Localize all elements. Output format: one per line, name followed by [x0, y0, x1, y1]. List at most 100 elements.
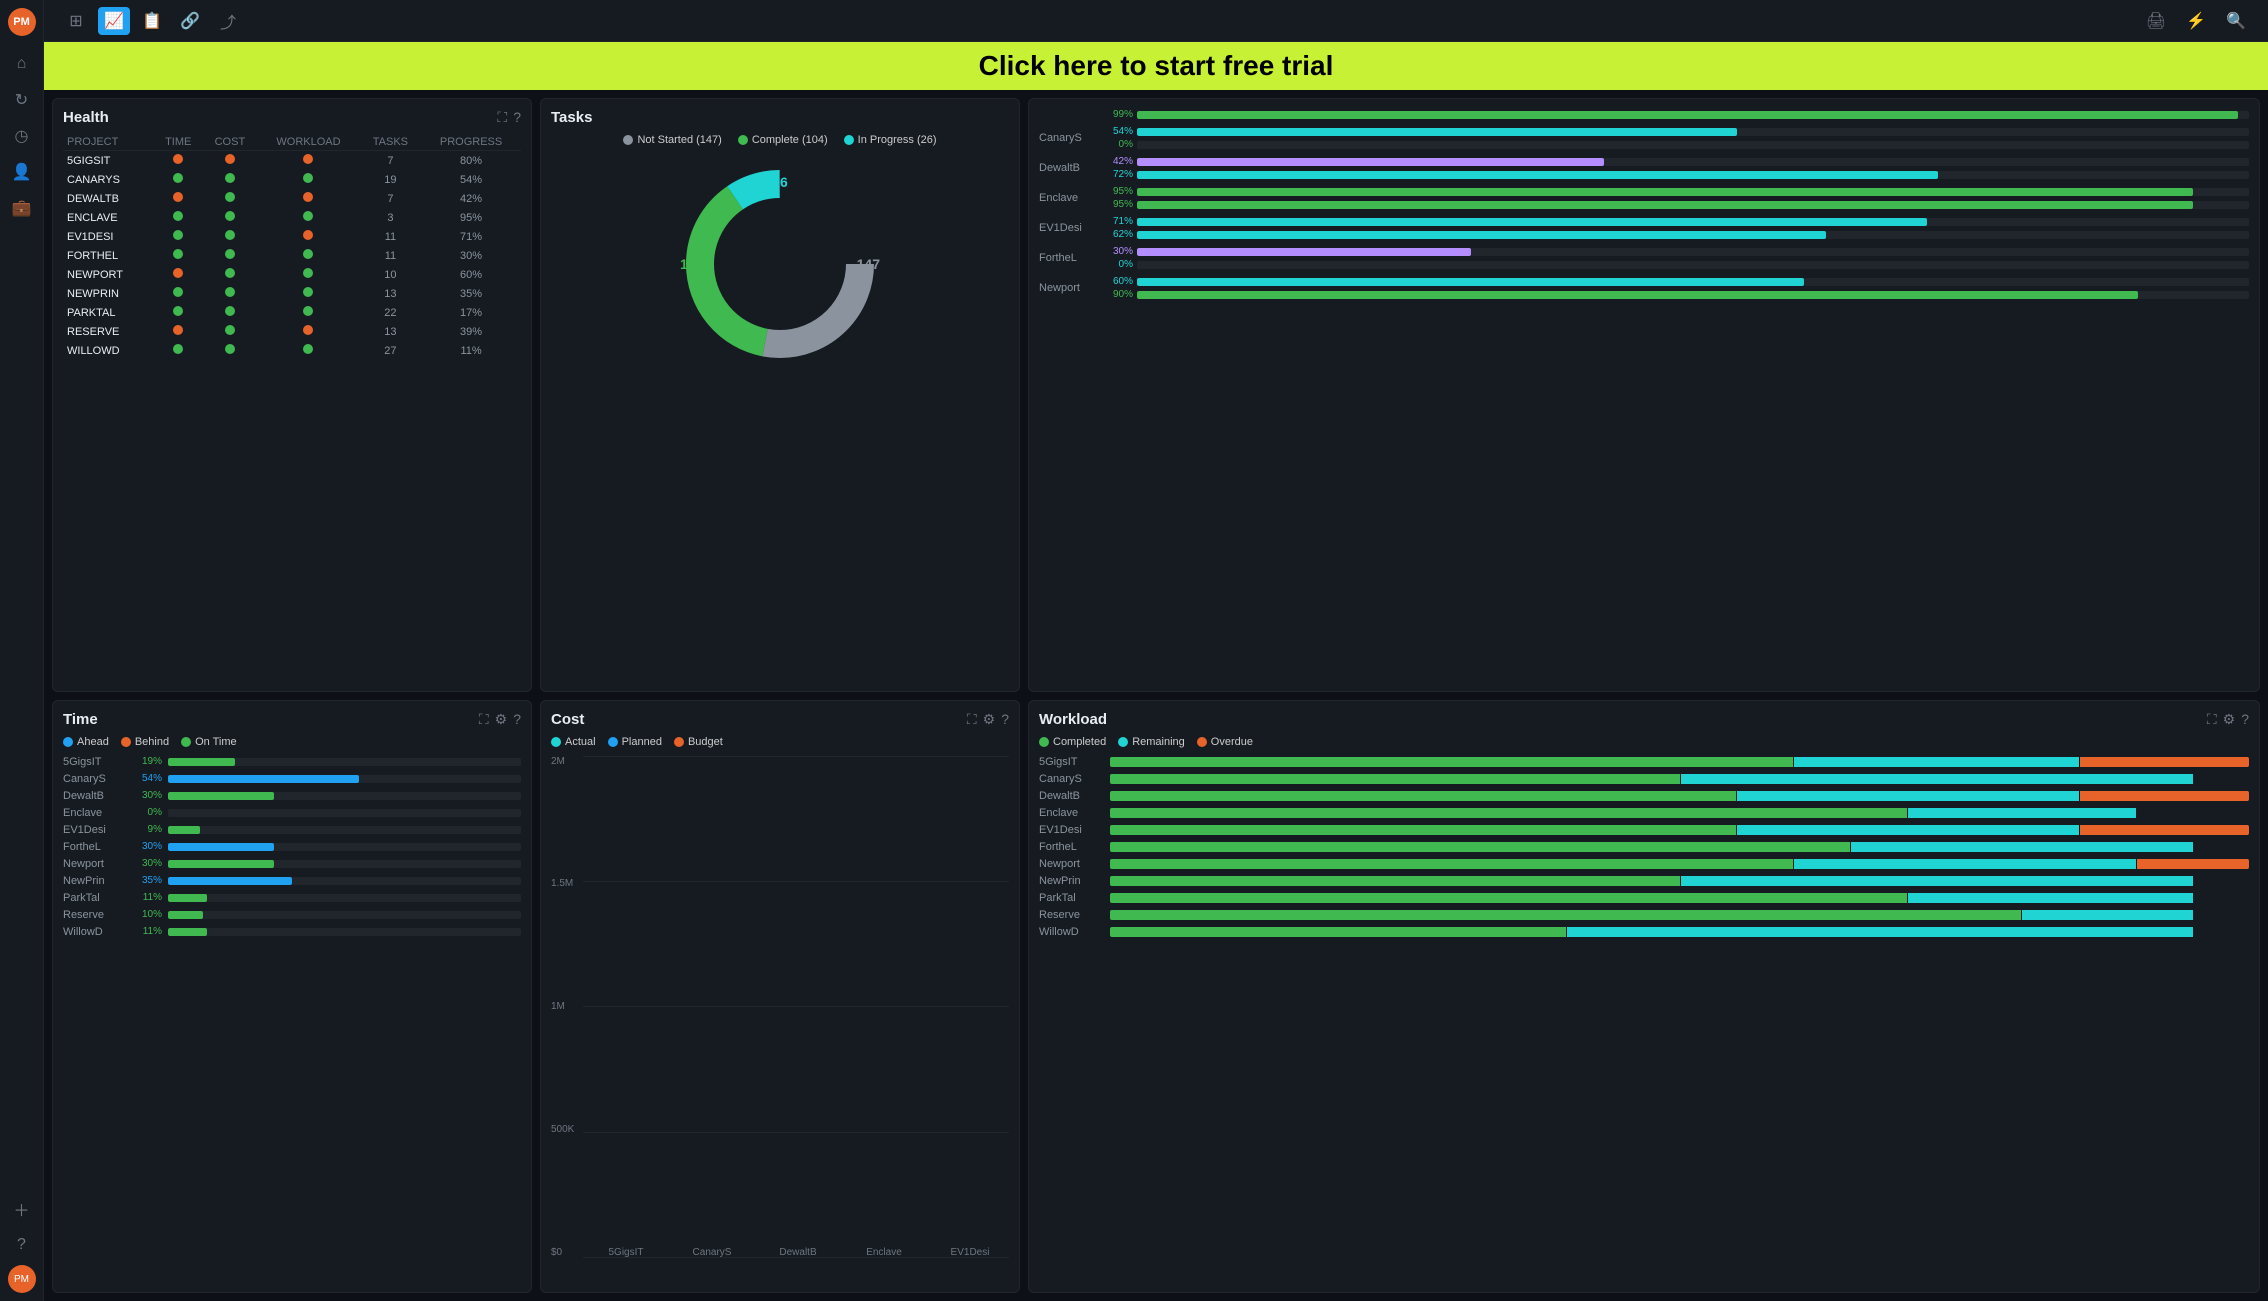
- donut-label-26: 26: [772, 174, 788, 190]
- table-row: CANARYS 19 54%: [63, 170, 521, 189]
- col-cost: COST: [203, 134, 258, 151]
- workload-segment: [2080, 757, 2249, 767]
- sidebar-add-icon[interactable]: ＋: [6, 1193, 38, 1225]
- time-settings-icon[interactable]: ⚙: [495, 711, 508, 728]
- workload-segment: [1110, 859, 1793, 869]
- workload-label: Newport: [1039, 858, 1104, 870]
- health-cost: [203, 322, 258, 341]
- health-time: [154, 227, 203, 246]
- bar-track: [1137, 128, 2249, 136]
- time-label: EV1Desi: [63, 824, 128, 836]
- sidebar-clock-icon[interactable]: ◷: [6, 120, 38, 152]
- time-on-time: On Time: [181, 736, 237, 748]
- sidebar: PM ⌂ ↻ ◷ 👤 💼 ＋ ? PM: [0, 0, 44, 1301]
- health-project: CANARYS: [63, 170, 154, 189]
- table-row: WILLOWD 27 11%: [63, 341, 521, 360]
- health-time: [154, 265, 203, 284]
- progress-pct: 54%: [1105, 126, 1133, 137]
- workload-label: DewaltB: [1039, 790, 1104, 802]
- toolbar-link-btn[interactable]: 🔗: [174, 7, 206, 35]
- toolbar-print-btn[interactable]: 🖨: [2140, 7, 2172, 35]
- sidebar-home-icon[interactable]: ⌂: [6, 48, 38, 80]
- health-workload: [257, 265, 359, 284]
- table-row: NEWPRIN 13 35%: [63, 284, 521, 303]
- toolbar-copy-btn[interactable]: 📋: [136, 7, 168, 35]
- health-tasks: 22: [360, 303, 421, 322]
- time-pct-label: 9%: [134, 824, 162, 835]
- workload-remaining-label: Remaining: [1132, 736, 1185, 748]
- cost-xlabel: EV1Desi: [951, 1247, 990, 1258]
- legend-complete: Complete (104): [738, 134, 828, 146]
- toolbar-share-btn[interactable]: ⤴: [212, 7, 244, 35]
- workload-bar: [1110, 757, 2249, 767]
- sidebar-help-icon[interactable]: ?: [6, 1229, 38, 1261]
- cost-settings-icon[interactable]: ⚙: [983, 711, 996, 728]
- cost-actual-label: Actual: [565, 736, 596, 748]
- progress-item: DewaltB42%72%: [1039, 156, 2249, 180]
- sidebar-users-icon[interactable]: 👤: [6, 156, 38, 188]
- bar-track: [1137, 158, 2249, 166]
- progress-label: FortheL: [1039, 252, 1099, 264]
- y-2m: 2M: [551, 756, 574, 767]
- progress-pct: 62%: [1105, 229, 1133, 240]
- workload-info-icon[interactable]: ?: [2241, 711, 2249, 728]
- app-logo[interactable]: PM: [8, 8, 36, 36]
- workload-bar: [1110, 893, 2249, 903]
- health-workload: [257, 170, 359, 189]
- health-time: [154, 170, 203, 189]
- health-cost: [203, 303, 258, 322]
- bar-track: [1137, 248, 2249, 256]
- time-expand-icon[interactable]: ⛶: [479, 711, 489, 728]
- workload-label: Reserve: [1039, 909, 1104, 921]
- workload-segment: [2194, 927, 2249, 937]
- sidebar-briefcase-icon[interactable]: 💼: [6, 192, 38, 224]
- cta-banner[interactable]: Click here to start free trial: [44, 42, 2268, 90]
- health-project: EV1DESI: [63, 227, 154, 246]
- progress-item: EV1Desi71%62%: [1039, 216, 2249, 240]
- health-project: ENCLAVE: [63, 208, 154, 227]
- user-avatar[interactable]: PM: [8, 1265, 36, 1293]
- toolbar-search-btn[interactable]: 🔍: [2220, 7, 2252, 35]
- donut-chart: 26 104 147: [670, 154, 890, 374]
- cost-chart-area: 2M 1.5M 1M 500K $0 5GigsITCanarySDewaltB…: [551, 756, 1009, 1283]
- cost-planned-label: Planned: [622, 736, 662, 748]
- time-row: EV1Desi 9%: [63, 824, 521, 836]
- progress-item: Newport60%90%: [1039, 276, 2249, 300]
- progress-item: Enclave95%95%: [1039, 186, 2249, 210]
- health-info-icon[interactable]: ?: [513, 109, 521, 126]
- progress-row: 0%: [1105, 139, 2249, 150]
- time-pct-label: 30%: [134, 790, 162, 801]
- workload-panel: Workload ⛶ ⚙ ? Completed Remaining: [1028, 700, 2260, 1294]
- time-pct-label: 19%: [134, 756, 162, 767]
- time-bar-fill: [168, 928, 207, 936]
- time-label: Enclave: [63, 807, 128, 819]
- toolbar-chart-btn[interactable]: 📈: [98, 7, 130, 35]
- toolbar-grid-btn[interactable]: ⊞: [60, 7, 92, 35]
- workload-settings-icon[interactable]: ⚙: [2223, 711, 2236, 728]
- time-bar-fill: [168, 758, 235, 766]
- cost-panel: Cost ⛶ ⚙ ? Actual Planned Budg: [540, 700, 1020, 1294]
- health-workload: [257, 246, 359, 265]
- sidebar-refresh-icon[interactable]: ↻: [6, 84, 38, 116]
- time-bar-track: [168, 877, 521, 885]
- time-info-icon[interactable]: ?: [513, 711, 521, 728]
- cost-expand-icon[interactable]: ⛶: [967, 711, 977, 728]
- y-500k: 500K: [551, 1124, 574, 1135]
- time-bar-track: [168, 826, 521, 834]
- workload-expand-icon[interactable]: ⛶: [2207, 711, 2217, 728]
- toolbar-filter-btn[interactable]: ⚡: [2180, 7, 2212, 35]
- health-table: PROJECT TIME COST WORKLOAD TASKS PROGRES…: [63, 134, 521, 360]
- time-pct-label: 0%: [134, 807, 162, 818]
- health-expand-icon[interactable]: ⛶: [497, 109, 507, 126]
- col-progress: PROGRESS: [421, 134, 521, 151]
- time-bar-fill: [168, 894, 207, 902]
- bar-track: [1137, 111, 2249, 119]
- cost-info-icon[interactable]: ?: [1001, 711, 1009, 728]
- health-workload: [257, 151, 359, 171]
- cost-bar-group: Enclave: [845, 1243, 923, 1258]
- workload-segment: [1567, 927, 2193, 937]
- progress-row: 30%: [1105, 246, 2249, 257]
- health-project: FORTHEL: [63, 246, 154, 265]
- time-pct-label: 54%: [134, 773, 162, 784]
- health-tasks: 7: [360, 189, 421, 208]
